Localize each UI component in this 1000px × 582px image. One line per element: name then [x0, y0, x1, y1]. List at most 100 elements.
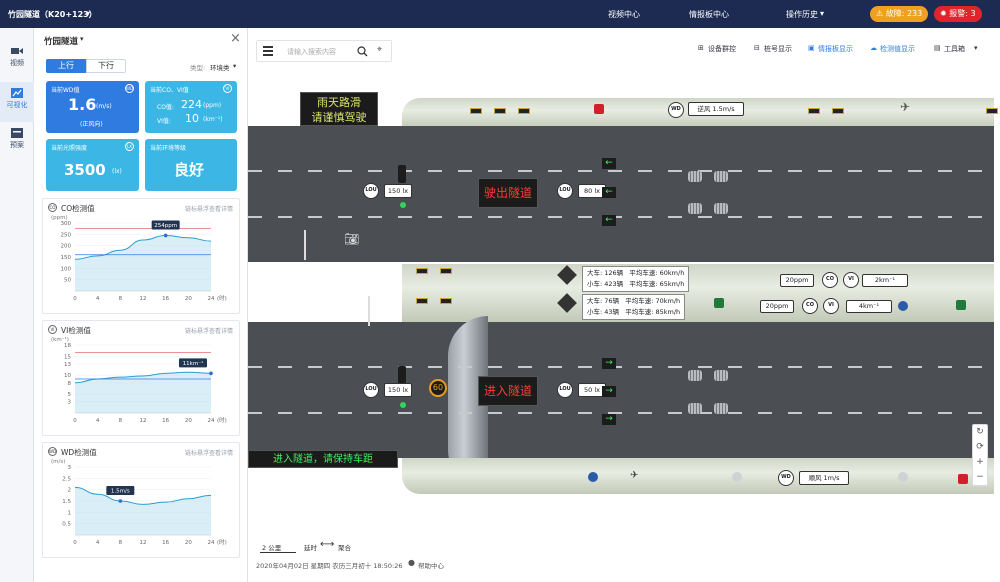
jet-fan-icon[interactable]: [688, 203, 702, 214]
jet-fan-icon[interactable]: [688, 370, 702, 381]
co-sensor-icon[interactable]: CO: [802, 298, 818, 314]
pin-icon[interactable]: ⌖: [377, 45, 382, 55]
tunnel-lamp: [416, 268, 428, 274]
help-center-link[interactable]: 帮助中心: [418, 560, 444, 570]
jet-fan-icon[interactable]: [714, 370, 728, 381]
reset-icon[interactable]: ⟳: [973, 440, 987, 455]
lou-sensor-icon[interactable]: LOU: [363, 183, 379, 199]
search-icon[interactable]: [357, 46, 368, 57]
jet-fan-icon[interactable]: [714, 203, 728, 214]
y-tick-label: 2: [68, 488, 72, 494]
fault-badge[interactable]: ⚠ 故障: 233: [870, 6, 929, 22]
board-show-button[interactable]: 情报板显示: [818, 44, 853, 54]
menu-board-center[interactable]: 情报板中心: [689, 9, 729, 20]
vi-sensor-icon[interactable]: VI: [823, 298, 839, 314]
chart-hint[interactable]: 链标悬浮查看详情: [185, 448, 233, 457]
toolbar: ⊞ 设备群控 ⊟ 桩号显示 ▣ 情报板显示 ☁ 检测值显示 ▤ 工具箱 ▾: [694, 44, 994, 58]
zoom-in-button[interactable]: +: [973, 455, 987, 470]
lane-arrow-icon[interactable]: →: [602, 386, 616, 397]
type-select[interactable]: 环境类: [210, 62, 230, 72]
alarm-badge[interactable]: ✹ 报警: 3: [934, 6, 982, 22]
menu-history[interactable]: 操作历史: [786, 9, 818, 20]
zoom-controls: ↻ ⟳ + −: [972, 424, 988, 486]
traffic-light[interactable]: [398, 165, 406, 183]
search-input[interactable]: 请输入搜索内容: [287, 47, 336, 57]
vms-exit-board[interactable]: 驶出隧道: [478, 178, 538, 208]
camera-icon[interactable]: ✈: [630, 470, 638, 481]
x-tick-label: 24: [208, 540, 215, 546]
vms-board-bottom[interactable]: 进入隧道，请保持车距: [248, 450, 398, 468]
close-icon[interactable]: ×: [230, 31, 241, 46]
detect-show-button[interactable]: 检测值显示: [880, 44, 915, 54]
lane-arrow-icon[interactable]: ←: [602, 215, 616, 226]
chevron-down-icon[interactable]: ▾: [80, 35, 84, 43]
light-card: 当前光照强度 LX 3500 (lx): [46, 139, 139, 191]
menu-icon[interactable]: [263, 46, 273, 48]
wd-line-chart: (m/s) 0.5 1 1.5 2 2.5 3 0 4 8 12 16 20 24 (时) 1.5m/s: [51, 459, 227, 546]
chart-icon: [11, 88, 23, 98]
zoom-out-button[interactable]: −: [973, 470, 987, 485]
nav-item-video[interactable]: 视频: [0, 42, 34, 82]
vms-board-top[interactable]: 雨天路滑 请谨慎驾驶: [300, 92, 378, 126]
chevron-down-icon[interactable]: ▾: [86, 9, 90, 18]
help-icon[interactable]: ●: [408, 558, 415, 567]
camera-icon[interactable]: ✈: [900, 100, 910, 114]
jet-fan-icon[interactable]: [688, 403, 702, 414]
x-tick-label: 8: [119, 296, 123, 302]
jet-fan-icon[interactable]: [688, 171, 702, 182]
lane-arrow-icon[interactable]: ←: [602, 187, 616, 198]
lou-sensor-icon[interactable]: LOU: [363, 382, 379, 398]
exit-sign-icon[interactable]: [956, 300, 966, 310]
y-tick-label: 200: [61, 244, 72, 250]
wd-sensor-icon[interactable]: WD: [778, 470, 794, 486]
alarm-icon: ✹: [940, 9, 950, 18]
y-tick-label: 10: [64, 373, 71, 379]
fire-alarm-icon[interactable]: [594, 104, 604, 114]
x-tick-label: 0: [73, 540, 77, 546]
sensor-icon[interactable]: [898, 301, 908, 311]
vms-enter-board[interactable]: 进入隧道: [478, 376, 538, 406]
nav-item-plan[interactable]: 预案: [0, 124, 34, 164]
lane-arrow-icon[interactable]: →: [602, 358, 616, 369]
co-sensor-icon[interactable]: CO: [822, 272, 838, 288]
lou-sensor-icon[interactable]: LOU: [557, 382, 573, 398]
scale-bar: [260, 552, 296, 553]
traffic-light[interactable]: [398, 366, 406, 384]
camera-icon[interactable]: 📷︎: [344, 232, 359, 246]
pile-show-button[interactable]: 桩号显示: [764, 44, 792, 54]
top-bar: 竹园隧道（K20+123） ▾ 视频中心 情报板中心 操作历史 ▾ ⚠ 故障: …: [0, 0, 1000, 28]
toolbox-button[interactable]: 工具箱: [944, 44, 965, 54]
x-tick-label: 16: [162, 540, 169, 546]
phone-icon[interactable]: [714, 298, 724, 308]
lane-divider: [248, 170, 994, 172]
light-sensor-icon[interactable]: [732, 472, 742, 482]
fire-alarm-icon[interactable]: [958, 474, 968, 484]
refresh-icon[interactable]: ↻: [973, 425, 987, 440]
vi-sensor-icon[interactable]: VI: [843, 272, 859, 288]
tab-down[interactable]: 下行: [86, 59, 126, 73]
chart-hint[interactable]: 链标悬浮查看详情: [185, 204, 233, 213]
wd-sensor-icon[interactable]: WD: [668, 102, 684, 118]
tunnel-middle-wall: [402, 264, 994, 322]
sensor-icon[interactable]: [588, 472, 598, 482]
warning-icon: ⚠: [876, 9, 886, 18]
x-tick-label: 8: [119, 418, 123, 424]
road-upper: [248, 126, 994, 262]
jet-fan-icon[interactable]: [714, 403, 728, 414]
app-title[interactable]: 竹园隧道（K20+123）: [8, 9, 97, 20]
y-tick-label: 1: [68, 510, 72, 516]
device-group-button[interactable]: 设备群控: [708, 44, 736, 54]
chart-hint[interactable]: 链标悬浮查看详情: [185, 326, 233, 335]
light-sensor-icon[interactable]: [898, 472, 908, 482]
tab-up[interactable]: 上行: [46, 59, 86, 73]
jet-fan-icon[interactable]: [714, 171, 728, 182]
x-tick-label: 0: [73, 296, 77, 302]
nav-item-visual[interactable]: 可视化: [0, 82, 34, 122]
speed-limit-sign[interactable]: 60: [429, 379, 447, 397]
chevron-down-icon[interactable]: ▾: [820, 9, 824, 18]
lane-arrow-icon[interactable]: →: [602, 414, 616, 425]
lane-arrow-icon[interactable]: ←: [602, 158, 616, 169]
lou-sensor-icon[interactable]: LOU: [557, 183, 573, 199]
menu-video-center[interactable]: 视频中心: [608, 9, 640, 20]
y-tick-label: 300: [61, 221, 72, 227]
